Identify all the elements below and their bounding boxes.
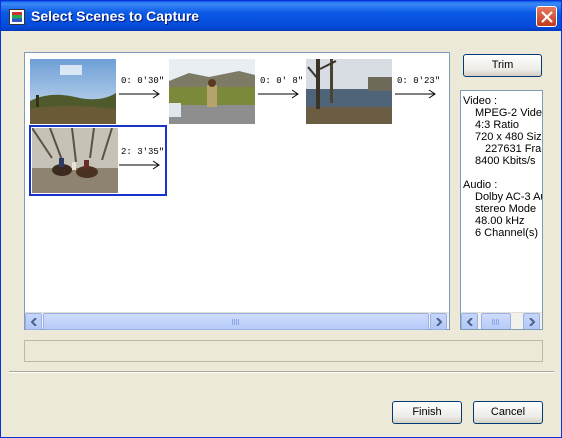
video-info-line: MPEG-2 Video	[475, 107, 543, 119]
video-info-line: 720 x 480 Size	[475, 131, 543, 143]
status-bar	[24, 340, 543, 362]
audio-info-line: stereo Mode	[475, 203, 537, 215]
scene-thumbnail-1[interactable]	[30, 59, 116, 124]
chevron-right-icon	[436, 318, 443, 326]
arrow-icon	[395, 89, 436, 99]
scroll-thumb[interactable]	[43, 313, 429, 330]
title-bar[interactable]: Select Scenes to Capture	[1, 1, 561, 31]
scroll-right-button[interactable]	[523, 313, 540, 329]
video-heading: Video :	[463, 95, 498, 107]
chevron-left-icon	[467, 318, 473, 326]
finish-button[interactable]: Finish	[392, 401, 462, 424]
video-info-line: 8400 Kbits/s	[475, 155, 536, 167]
scene-thumbnail-3[interactable]	[306, 59, 392, 124]
scroll-left-button[interactable]	[461, 313, 478, 329]
arrow-icon	[258, 89, 299, 99]
scene-list-panel[interactable]: 0: 0'30" 0: 0' 8" 0: 0'23" 2: 3'35"	[24, 52, 450, 330]
scene-list-scrollbar[interactable]	[25, 312, 449, 330]
close-button[interactable]	[536, 6, 557, 27]
dialog-window: Select Scenes to Capture 0: 0'30" 0: 0' …	[0, 0, 562, 438]
scene-duration-3: 0: 0'23"	[397, 76, 441, 86]
window-title: Select Scenes to Capture	[31, 8, 200, 24]
divider	[9, 371, 554, 373]
chevron-right-icon	[529, 318, 536, 326]
app-icon	[9, 9, 25, 25]
scene-duration-2: 0: 0' 8"	[260, 76, 304, 86]
scroll-thumb[interactable]	[481, 313, 511, 329]
scene-thumbnail-2[interactable]	[169, 59, 255, 124]
video-info-line: 4:3 Ratio	[475, 119, 520, 131]
trim-button[interactable]: Trim	[463, 54, 542, 77]
scroll-right-button[interactable]	[430, 313, 447, 330]
cancel-button[interactable]: Cancel	[473, 401, 543, 424]
chevron-left-icon	[31, 318, 37, 326]
scroll-left-button[interactable]	[25, 313, 42, 330]
audio-heading: Audio :	[463, 179, 498, 191]
scene-thumbnail-4[interactable]	[32, 128, 118, 193]
video-info-line: 227631 Frames	[485, 143, 542, 155]
audio-info-line: 48.00 kHz	[475, 215, 525, 227]
arrow-icon	[119, 89, 160, 99]
scene-duration-4: 2: 3'35"	[121, 147, 165, 157]
audio-info-line: 6 Channel(s)	[475, 227, 538, 239]
media-info-panel: Video : MPEG-2 Video 4:3 Ratio 720 x 480…	[460, 90, 543, 330]
info-panel-scrollbar[interactable]	[461, 312, 542, 329]
audio-info-line: Dolby AC-3 Audio	[475, 191, 542, 203]
arrow-icon	[119, 160, 160, 170]
close-icon	[541, 11, 553, 23]
scene-duration-1: 0: 0'30"	[121, 76, 165, 86]
